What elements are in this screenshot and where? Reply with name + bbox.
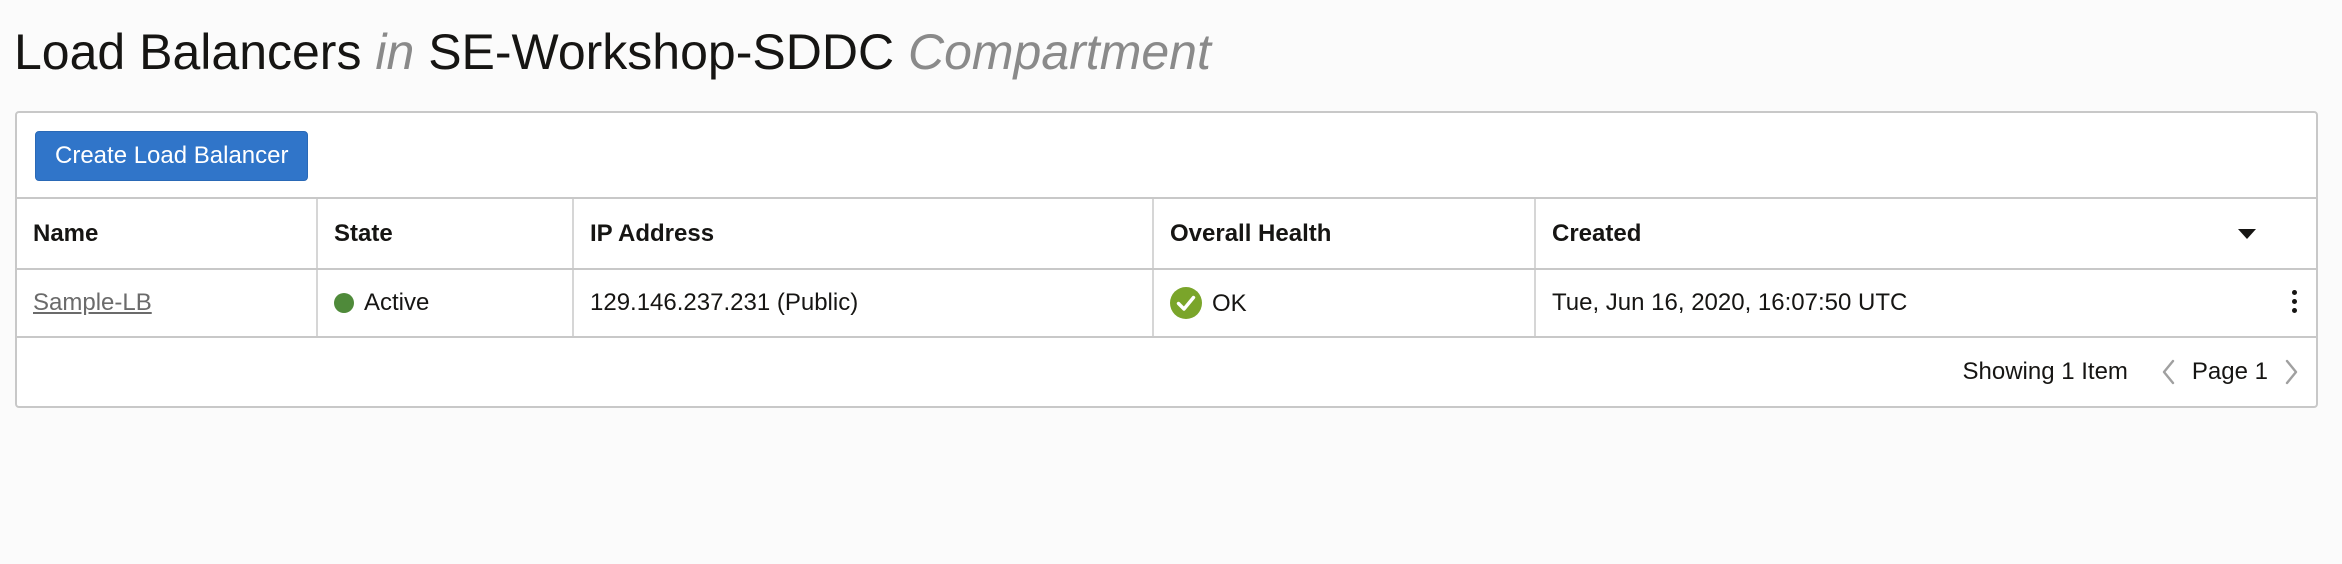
cell-overall-health: OK xyxy=(1152,269,1535,338)
title-in-word: in xyxy=(375,24,415,80)
cell-created: Tue, Jun 16, 2020, 16:07:50 UTC xyxy=(1534,269,2316,338)
create-load-balancer-button[interactable]: Create Load Balancer xyxy=(35,131,309,181)
item-count: Showing 1 Item xyxy=(1962,358,2128,385)
check-circle-icon xyxy=(1170,287,1202,319)
cell-state: Active xyxy=(316,269,573,338)
compartment-name: SE-Workshop-SDDC xyxy=(428,24,895,80)
caret-down-icon[interactable] xyxy=(2238,228,2256,239)
table-header-row: Name State IP Address Overall Health Cre… xyxy=(17,199,2316,270)
title-text: Load Balancers xyxy=(14,24,362,80)
status-dot-icon xyxy=(334,293,354,313)
column-header-created[interactable]: Created xyxy=(1534,199,2316,270)
toolbar: Create Load Balancer xyxy=(17,113,2316,199)
cell-name: Sample-LB xyxy=(17,269,317,338)
cell-ip-address: 129.146.237.231 (Public) xyxy=(572,269,1153,338)
kebab-menu-icon[interactable] xyxy=(2286,290,2302,316)
table-footer: Showing 1 Item Page 1 xyxy=(17,338,2316,406)
column-header-state[interactable]: State xyxy=(316,199,573,270)
load-balancers-table: Name State IP Address Overall Health Cre… xyxy=(17,199,2316,338)
column-header-name[interactable]: Name xyxy=(17,199,317,270)
page-indicator: Page 1 xyxy=(2191,358,2268,385)
column-header-ip-address[interactable]: IP Address xyxy=(572,199,1153,270)
created-text: Tue, Jun 16, 2020, 16:07:50 UTC xyxy=(1552,289,1908,316)
load-balancer-link[interactable]: Sample-LB xyxy=(33,289,152,316)
chevron-right-icon[interactable] xyxy=(2280,358,2302,386)
state-text: Active xyxy=(364,289,430,316)
table-row: Sample-LB Active 129.146.237.231 (Public… xyxy=(17,269,2316,338)
compartment-word: Compartment xyxy=(907,24,1211,80)
load-balancers-panel: Create Load Balancer Name State IP Addre… xyxy=(15,111,2318,408)
chevron-left-icon[interactable] xyxy=(2158,358,2180,386)
page-title: Load Balancers in SE-Workshop-SDDC Compa… xyxy=(14,22,1211,82)
column-header-created-label: Created xyxy=(1552,219,1642,247)
column-header-overall-health[interactable]: Overall Health xyxy=(1152,199,1535,270)
health-text: OK xyxy=(1212,290,1247,317)
